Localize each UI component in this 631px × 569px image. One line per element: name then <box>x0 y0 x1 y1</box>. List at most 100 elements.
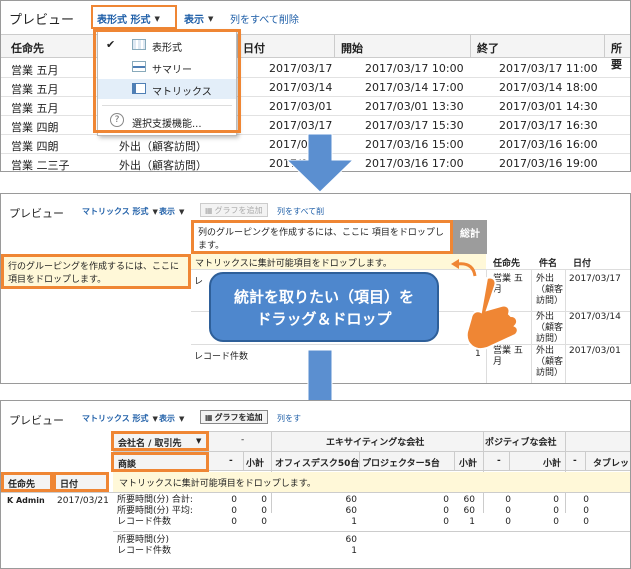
cell-start: 2017/03/17 15:30 <box>365 119 464 132</box>
value-cell: 0 <box>231 506 237 516</box>
row-grouping-hint: 行のグルーピングを作成するには、ここに 項目をドロップします。 <box>8 262 180 285</box>
value-cell: 0 <box>443 495 449 505</box>
down-arrow-icon <box>285 134 355 193</box>
caret-down-icon: ▼ <box>179 207 185 216</box>
sub-header: 小計 <box>459 459 478 469</box>
value-cell: 0 <box>443 506 449 516</box>
sub-header: 小計 <box>246 459 265 469</box>
col-header-date[interactable]: 日付 <box>243 40 265 56</box>
value-column: 000 <box>569 495 589 528</box>
grand-total-header: 総計 <box>453 220 487 254</box>
chart-icon: ▦ <box>205 412 213 422</box>
metric-label: 所要時間(分) 平均: <box>117 506 193 516</box>
remove-all-columns-link[interactable]: 列をすべて削除 <box>230 11 299 26</box>
cell-owner: 営業 五月 <box>11 83 59 96</box>
row-field-owner-label: 任命先 <box>8 480 36 490</box>
value-cell: 60 <box>345 506 357 516</box>
cell-date: 2017/03/01 <box>269 100 333 113</box>
summary-dropzone[interactable]: マトリックスに集計可能項目をドロップします。 <box>113 472 630 492</box>
sub-header: プロジェクター5台 <box>362 459 440 469</box>
footer-value: 1 <box>351 546 357 556</box>
group-header-exciting: エキサイティングな会社 <box>326 438 425 448</box>
cell-end: 2017/03/14 18:00 <box>499 81 598 94</box>
remove-all-columns-link[interactable]: 列をす <box>277 413 301 424</box>
cell-date: 2017/03/17 <box>269 62 333 75</box>
value-cell: 1 <box>469 517 475 527</box>
chart-icon: ▦ <box>205 205 213 215</box>
cell-date: 2017/03/17 <box>569 274 621 284</box>
remove-all-columns-link[interactable]: 列をすべて削 <box>277 206 324 217</box>
value-cell: 0 <box>261 506 267 516</box>
cell-end: 2017/03/16 16:00 <box>499 138 598 151</box>
caret-down-icon: ▼ <box>208 14 214 23</box>
display-button[interactable]: 表示 ▼ <box>159 206 184 217</box>
sub-header-row: - 小計 オフィスデスク50台 プロジェクター5台 小計 - 小計 - タブレッ <box>209 452 630 471</box>
col-header-start[interactable]: 開始 <box>341 40 363 56</box>
remove-all-columns-label: 列をすべて削除 <box>230 15 299 26</box>
cell-date: 2017/03/01 <box>569 346 621 356</box>
column-grouping-dropzone[interactable]: 列のグルーピングを作成するには、ここに 項目をドロップします。 <box>191 220 453 254</box>
column-field-opportunity-label: 商談 <box>118 460 137 470</box>
add-chart-label: グラフを追加 <box>214 412 263 422</box>
column-field-opportunity[interactable]: 商談 <box>111 452 209 472</box>
cell-end: 2017/03/16 19:00 <box>499 157 598 170</box>
display-button[interactable]: 表示 ▼ <box>184 11 214 27</box>
cell-start: 2017/03/16 15:00 <box>365 138 464 151</box>
value-cell: 60 <box>463 506 475 516</box>
value-cell: 0 <box>231 517 237 527</box>
preview-title: プレビュー <box>9 207 64 220</box>
caret-down-icon: ▼ <box>152 207 158 216</box>
remove-all-columns-label: 列をすべて削 <box>277 207 325 216</box>
value-column: 000 <box>247 495 267 528</box>
footer-metric-labels: 所要時間(分) レコード件数 <box>117 535 171 557</box>
value-cell: 0 <box>505 517 511 527</box>
cell-end: 2017/03/01 14:30 <box>499 100 598 113</box>
column-field-company[interactable]: 会社名 / 取引先 ▼ <box>111 431 209 451</box>
value-cell: 0 <box>231 495 237 505</box>
value-cell: 60 <box>463 495 475 505</box>
cell-subject: 外出（顧客訪問） <box>536 346 564 378</box>
sub-header: オフィスデスク50台 <box>275 459 360 469</box>
cell-subject: 外出（顧客訪問） <box>536 274 564 306</box>
caret-down-icon: ▼ <box>196 437 202 445</box>
col-header-end[interactable]: 終了 <box>477 40 499 56</box>
callout-text: 統計を取りたい（項目）を ドラッグ＆ドロップ <box>233 288 414 328</box>
value-cell: 0 <box>583 506 589 516</box>
cell-owner: 営業 五月 <box>11 102 59 115</box>
display-button-label: 表示 <box>159 207 175 216</box>
value-column: 60 60 1 <box>337 495 357 528</box>
cell-owner: 営業 四朗 <box>11 140 59 153</box>
format-button[interactable]: マトリックス 形式 ▼ <box>82 206 158 217</box>
row-field-date-label: 日付 <box>60 480 79 490</box>
menu-highlight <box>93 29 241 133</box>
value-cell: 0 <box>505 506 511 516</box>
value-cell: 0 <box>505 495 511 505</box>
sub-header: - <box>229 456 233 466</box>
cell-start: 2017/03/01 13:30 <box>365 100 464 113</box>
detail-col-subject: 件名 <box>539 259 558 269</box>
sub-header: - <box>497 456 501 466</box>
cell-owner: 営業 二三子 <box>11 159 70 172</box>
row-grouping-dropzone[interactable]: 行のグルーピングを作成するには、ここに 項目をドロップします。 <box>1 254 191 289</box>
value-cell: 0 <box>553 517 559 527</box>
detail-col-date: 日付 <box>573 259 592 269</box>
display-button[interactable]: 表示 ▼ <box>159 413 184 424</box>
row-field-owner[interactable]: 任命先 <box>1 472 53 492</box>
cell-subject: 外出（顧客訪問） <box>119 140 207 153</box>
col-header-owner[interactable]: 任命先 <box>11 40 44 56</box>
value-cell: 1 <box>351 517 357 527</box>
preview-title: プレビュー <box>9 414 64 427</box>
caret-down-icon: ▼ <box>179 414 185 423</box>
add-chart-button[interactable]: ▦ グラフを追加 <box>200 410 268 424</box>
cut-label: レ <box>194 277 204 287</box>
summary-dropzone[interactable]: マトリックスに集計可能項目をドロップします。 <box>191 254 486 269</box>
hand-pointer-icon <box>465 276 519 350</box>
value-cell: 0 <box>443 517 449 527</box>
cell-end: 2017/03/17 16:30 <box>499 119 598 132</box>
add-chart-button[interactable]: ▦ グラフを追加 <box>200 203 268 217</box>
format-button[interactable]: マトリックス 形式 ▼ <box>82 413 158 424</box>
summary-dropzone-label: マトリックスに集計可能項目をドロップします。 <box>195 259 392 269</box>
value-column: 000 <box>539 495 559 528</box>
row-field-date[interactable]: 日付 <box>53 472 109 492</box>
group-dash: - <box>241 435 245 445</box>
